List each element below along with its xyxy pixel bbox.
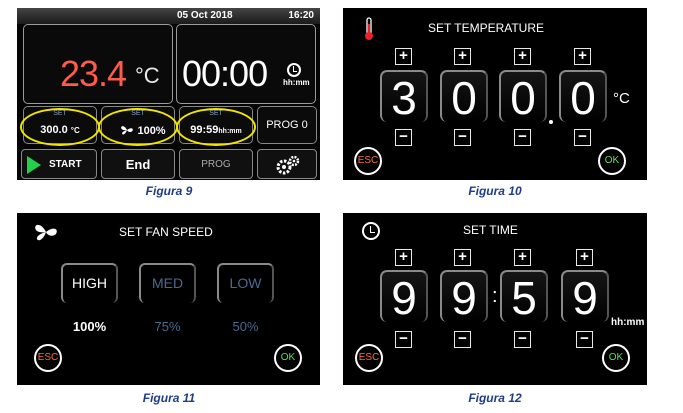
time-separator: : [492, 285, 498, 307]
prog-label: PROG 0 [266, 119, 308, 131]
start-label: START [49, 159, 82, 170]
ok-button[interactable]: OK [274, 344, 302, 372]
digit-3-plus-button[interactable]: + [514, 249, 531, 266]
digit-2: 0 [440, 70, 488, 124]
digit-1-plus-button[interactable]: + [395, 249, 412, 266]
digit-2-plus-button[interactable]: + [454, 48, 471, 65]
ok-button[interactable]: OK [598, 147, 626, 175]
ok-button[interactable]: OK [602, 344, 630, 372]
main-screen: 05 Oct 2018 16:20 23.4 °C 00:00 hh:mm SE… [17, 8, 320, 180]
set-fan-speed-screen: SET FAN SPEED HIGH MED LOW 100% 75% 50% … [17, 213, 320, 385]
digit-4-plus-button[interactable]: + [576, 249, 593, 266]
digit-3: 0 [499, 70, 547, 124]
digit-2-minus-button[interactable]: − [454, 129, 471, 146]
fan-low-percent: 50% [232, 319, 259, 334]
date-display: 05 Oct 2018 [177, 10, 233, 21]
digit-4: 0 [559, 70, 607, 124]
screen-title: SET FAN SPEED [119, 225, 213, 239]
highlight-set-time [176, 108, 256, 146]
digit-4: 9 [561, 270, 609, 324]
prog-button[interactable]: PROG [179, 149, 253, 179]
caption-figura-10: Figura 10 [468, 184, 522, 198]
esc-button[interactable]: ESC [354, 147, 382, 175]
digit-3-minus-button[interactable]: − [514, 129, 531, 146]
digit-1: 3 [380, 70, 428, 124]
digit-3-plus-button[interactable]: + [514, 48, 531, 65]
thermometer-icon [365, 17, 373, 40]
caption-figura-11: Figura 11 [142, 391, 196, 405]
digit-1-minus-button[interactable]: − [395, 129, 412, 146]
digit-3-minus-button[interactable]: − [514, 331, 531, 348]
highlight-set-temperature [20, 108, 100, 146]
prog-select-button[interactable]: PROG 0 [257, 106, 317, 144]
digit-2: 9 [440, 270, 488, 324]
digit-3: 5 [500, 270, 548, 324]
screen-title: SET TIME [463, 223, 518, 237]
digit-1: 9 [380, 270, 428, 324]
screen-title: SET TEMPERATURE [428, 21, 545, 35]
clock-display: 16:20 [288, 10, 314, 21]
time-unit: hh:mm [611, 317, 645, 328]
end-button[interactable]: End [101, 149, 175, 179]
fan-med-percent: 75% [154, 319, 181, 334]
caption-figura-12: Figura 12 [468, 391, 522, 405]
prog-button-label: PROG [201, 159, 231, 170]
caption-figura-9: Figura 9 [145, 184, 193, 198]
digit-4-minus-button[interactable]: − [574, 129, 591, 146]
highlight-set-fan [98, 108, 178, 146]
fan-med-option[interactable]: MED [139, 263, 196, 303]
set-temperature-screen: SET TEMPERATURE + + + + 3 0 0 0 °C − − −… [343, 8, 647, 180]
fan-icon [35, 224, 57, 241]
fan-low-option[interactable]: LOW [217, 263, 274, 303]
temperature-unit: °C [135, 63, 160, 88]
esc-button[interactable]: ESC [34, 344, 62, 372]
fan-high-option[interactable]: HIGH [61, 263, 118, 303]
timer-unit: hh:mm [283, 78, 310, 87]
digit-2-minus-button[interactable]: − [454, 331, 471, 348]
fan-high-percent: 100% [72, 319, 107, 334]
clock-icon [287, 63, 301, 77]
start-button[interactable]: START [21, 149, 97, 179]
digit-2-plus-button[interactable]: + [454, 249, 471, 266]
digit-4-plus-button[interactable]: + [574, 48, 591, 65]
settings-button[interactable] [257, 149, 317, 179]
digit-1-plus-button[interactable]: + [395, 48, 412, 65]
current-timer: 00:00 [182, 53, 268, 94]
digit-1-minus-button[interactable]: − [395, 331, 412, 348]
play-icon [27, 156, 41, 174]
set-time-screen: SET TIME + + + + 9 9 : 5 9 hh:mm − − − −… [343, 213, 647, 385]
digit-4-minus-button[interactable]: − [576, 331, 593, 348]
decimal-point [549, 120, 553, 124]
gears-icon [276, 155, 300, 175]
end-label: End [125, 157, 151, 172]
temperature-unit: °C [613, 90, 630, 107]
status-bar: 05 Oct 2018 16:20 [17, 8, 320, 24]
current-temperature: 23.4 [60, 53, 127, 94]
clock-icon [362, 222, 380, 240]
esc-button[interactable]: ESC [355, 344, 383, 372]
